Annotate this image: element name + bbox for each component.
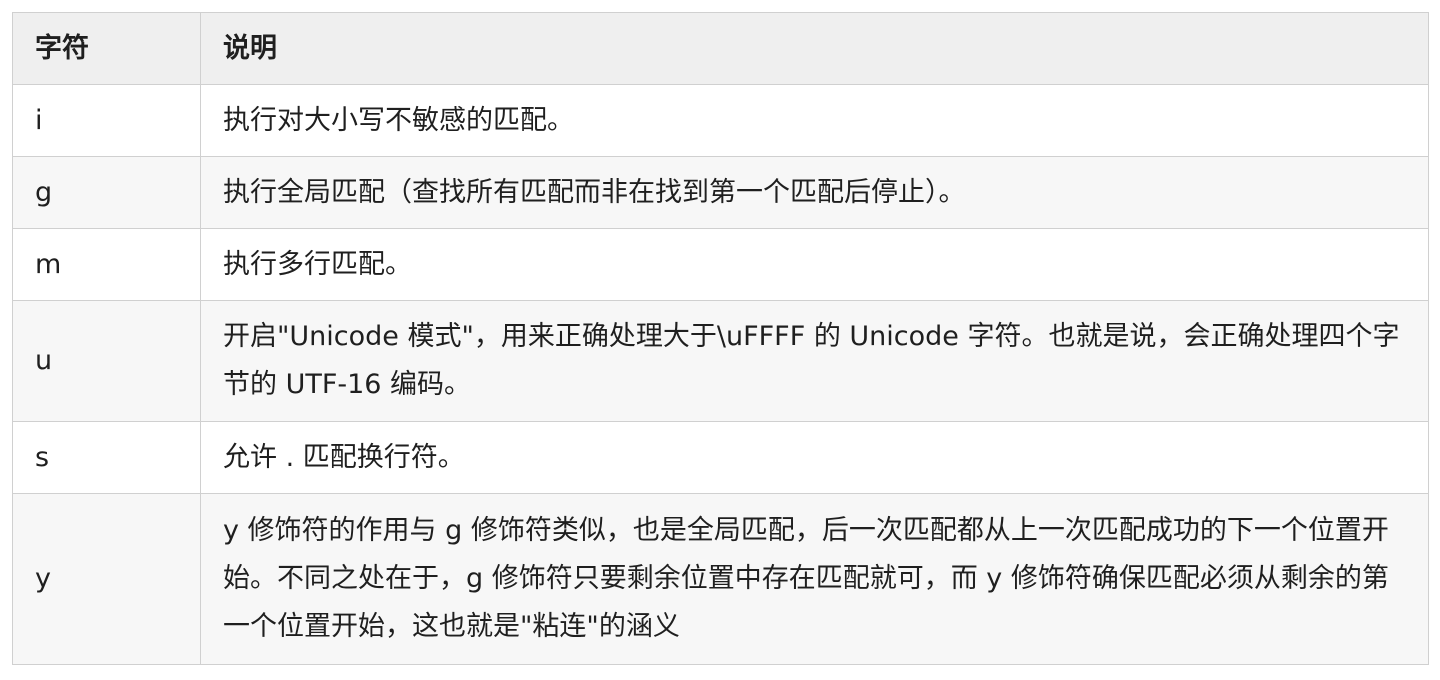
table-header-row: 字符 说明 [12,12,1429,85]
table-row: i 执行对大小写不敏感的匹配。 [12,84,1429,157]
flag-cell: s [12,421,201,494]
flag-cell: y [12,493,201,665]
table-row: g 执行全局匹配（查找所有匹配而非在找到第一个匹配后停止）。 [12,156,1429,229]
flag-cell: i [12,84,201,157]
regex-flags-table: 字符 说明 i 执行对大小写不敏感的匹配。 g 执行全局匹配（查找所有匹配而非在… [12,12,1429,665]
table-row: m 执行多行匹配。 [12,228,1429,301]
description-cell: 执行多行匹配。 [200,228,1429,301]
flag-cell: g [12,156,201,229]
description-cell: 开启"Unicode 模式"，用来正确处理大于\uFFFF 的 Unicode … [200,300,1429,422]
description-cell: 允许 . 匹配换行符。 [200,421,1429,494]
header-character: 字符 [12,12,201,85]
table-row: y y 修饰符的作用与 g 修饰符类似，也是全局匹配，后一次匹配都从上一次匹配成… [12,493,1429,665]
regex-flags-table-container: 字符 说明 i 执行对大小写不敏感的匹配。 g 执行全局匹配（查找所有匹配而非在… [12,12,1429,665]
table-row: u 开启"Unicode 模式"，用来正确处理大于\uFFFF 的 Unicod… [12,300,1429,422]
flag-cell: u [12,300,201,422]
description-cell: 执行对大小写不敏感的匹配。 [200,84,1429,157]
description-cell: y 修饰符的作用与 g 修饰符类似，也是全局匹配，后一次匹配都从上一次匹配成功的… [200,493,1429,665]
header-description: 说明 [200,12,1429,85]
flag-cell: m [12,228,201,301]
table-row: s 允许 . 匹配换行符。 [12,421,1429,494]
description-cell: 执行全局匹配（查找所有匹配而非在找到第一个匹配后停止）。 [200,156,1429,229]
